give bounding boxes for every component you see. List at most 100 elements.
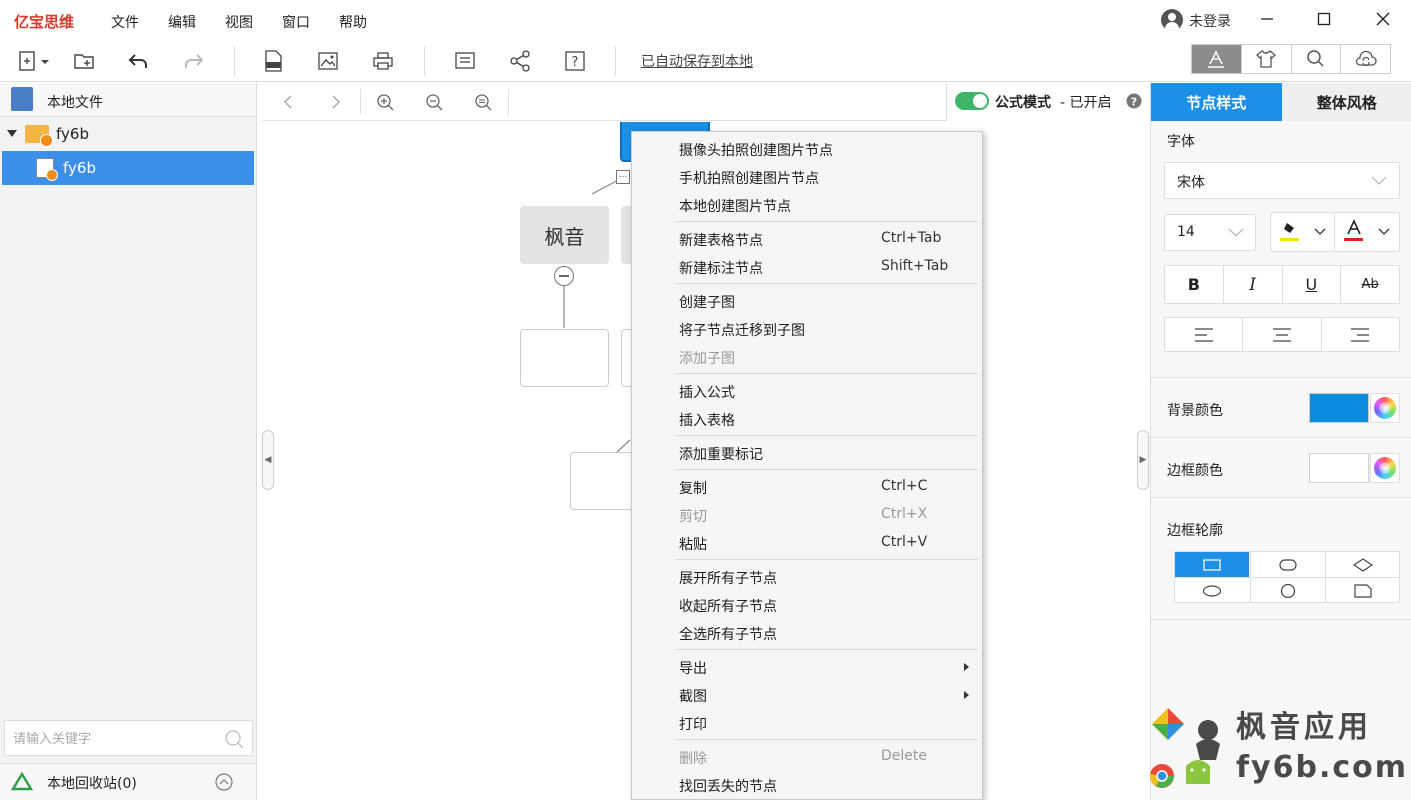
menu-item-recover-nodes[interactable]: 找回丢失的节点 (632, 771, 982, 799)
export-pdf-button[interactable] (259, 48, 287, 74)
zoom-out-button[interactable] (422, 91, 446, 113)
menu-item-copy[interactable]: 复制 Ctrl+C (632, 473, 982, 501)
formula-mode-bar: 公式模式 - 已开启 ? (946, 83, 1148, 121)
menu-item-insert-formula[interactable]: 插入公式 (632, 377, 982, 405)
login-status[interactable]: 未登录 (1189, 11, 1231, 31)
menu-item-expand-all[interactable]: 展开所有子节点 (632, 563, 982, 591)
menu-item-move-to-subgraph[interactable]: 将子节点迁移到子图 (632, 315, 982, 343)
forward-button[interactable] (324, 91, 348, 113)
caret-down-icon[interactable] (6, 129, 18, 139)
menu-file[interactable]: 文件 (111, 12, 139, 32)
tab-overall-style[interactable]: 整体风格 (1281, 83, 1411, 121)
search-icon[interactable] (223, 728, 245, 750)
share-button[interactable] (506, 48, 534, 74)
shape-rect-button[interactable] (1175, 552, 1249, 577)
toolbar-separator (615, 46, 616, 76)
shape-diamond-button[interactable] (1325, 552, 1400, 577)
formula-mode-toggle[interactable] (955, 92, 989, 110)
menu-item-shortcut: Ctrl+Tab (881, 230, 942, 246)
menu-item-label: 收起所有子节点 (679, 599, 777, 615)
close-button[interactable] (1368, 6, 1398, 32)
comment-button[interactable] (451, 48, 479, 74)
text-style-tab[interactable] (1192, 45, 1242, 73)
strikethrough-button[interactable]: Ab (1341, 266, 1399, 303)
menu-item-insert-table[interactable]: 插入表格 (632, 405, 982, 433)
align-right-button[interactable] (1322, 318, 1399, 351)
border-color-wheel-button[interactable] (1370, 453, 1400, 483)
align-center-button[interactable] (1243, 318, 1322, 351)
menu-item-camera-image[interactable]: 摄像头拍照创建图片节点 (632, 135, 982, 163)
mindmap-file-icon (36, 158, 58, 181)
underline-button[interactable]: U (1283, 266, 1342, 303)
cloud-sync-tab[interactable] (1341, 45, 1390, 73)
menu-edit[interactable]: 编辑 (168, 12, 196, 32)
shape-cut-corner-button[interactable] (1325, 578, 1400, 603)
menu-item-create-subgraph[interactable]: 创建子图 (632, 287, 982, 315)
recycle-bin-row[interactable]: 本地回收站(0) (0, 763, 256, 800)
subtopic-node-lower[interactable] (570, 452, 635, 510)
bold-button[interactable]: B (1165, 266, 1224, 303)
shape-ellipse-button[interactable] (1175, 578, 1249, 603)
section-divider (1151, 619, 1411, 620)
font-color-button[interactable] (1335, 213, 1399, 251)
local-files-icon (11, 87, 33, 111)
font-family-select[interactable]: 宋体 (1164, 162, 1400, 199)
search-tab[interactable] (1292, 45, 1342, 73)
shape-circle-button[interactable] (1250, 578, 1325, 603)
help-button[interactable]: ? (561, 48, 589, 74)
menu-item-print[interactable]: 打印 (632, 709, 982, 737)
menu-item-add-important-mark[interactable]: 添加重要标记 (632, 439, 982, 467)
menu-item-select-all-children[interactable]: 全选所有子节点 (632, 619, 982, 647)
menu-item-local-image[interactable]: 本地创建图片节点 (632, 191, 982, 219)
menu-item-collapse-all[interactable]: 收起所有子节点 (632, 591, 982, 619)
print-button[interactable] (369, 48, 397, 74)
menu-item-label: 展开所有子节点 (679, 571, 777, 587)
help-circle-icon[interactable]: ? (1126, 93, 1142, 109)
file-row-selected[interactable]: fy6b (2, 151, 254, 185)
comment-icon (455, 52, 475, 69)
export-image-button[interactable] (314, 48, 342, 74)
menu-item-screenshot[interactable]: 截图 (632, 681, 982, 709)
redo-button[interactable] (180, 48, 208, 74)
menu-item-new-table-node[interactable]: 新建表格节点 Ctrl+Tab (632, 225, 982, 253)
menu-item-new-callout-node[interactable]: 新建标注节点 Shift+Tab (632, 253, 982, 281)
collapse-right-panel-handle[interactable]: ▶ (1137, 430, 1149, 490)
undo-button[interactable] (124, 48, 152, 74)
zoom-in-icon (377, 94, 394, 111)
open-folder-button[interactable] (70, 48, 98, 74)
border-color-swatch[interactable] (1309, 453, 1369, 483)
menu-item-export[interactable]: 导出 (632, 653, 982, 681)
new-file-button[interactable] (14, 48, 52, 74)
menu-view[interactable]: 视图 (225, 12, 253, 32)
zoom-fit-button[interactable] (471, 91, 495, 113)
highlight-color-button[interactable] (1271, 213, 1335, 251)
subtopic-node[interactable] (520, 329, 609, 387)
align-left-button[interactable] (1165, 318, 1244, 351)
shape-rounded-button[interactable] (1250, 552, 1325, 577)
user-avatar-icon[interactable] (1161, 9, 1183, 31)
more-options-icon[interactable]: ... (616, 170, 630, 184)
zoom-out-icon (426, 94, 443, 111)
chevron-up-icon[interactable] (214, 772, 234, 792)
autosave-link[interactable]: 已自动保存到本地 (641, 51, 753, 71)
zoom-in-button[interactable] (373, 91, 397, 113)
tab-node-style[interactable]: 节点样式 (1151, 83, 1282, 121)
folder-row[interactable]: fy6b (0, 119, 256, 151)
menu-help[interactable]: 帮助 (339, 12, 367, 32)
minimize-button[interactable] (1252, 6, 1282, 32)
collapse-left-panel-handle[interactable]: ◀ (262, 430, 274, 490)
minimize-icon (1261, 18, 1273, 20)
italic-button[interactable]: I (1224, 266, 1283, 303)
menu-item-phone-image[interactable]: 手机拍照创建图片节点 (632, 163, 982, 191)
collapse-node-icon[interactable] (554, 266, 574, 286)
file-search-input[interactable] (13, 729, 213, 749)
bg-color-swatch[interactable] (1309, 393, 1369, 423)
menu-window[interactable]: 窗口 (282, 12, 310, 32)
menu-item-paste[interactable]: 粘贴 Ctrl+V (632, 529, 982, 557)
font-size-select[interactable]: 14 (1164, 214, 1256, 251)
topic-node[interactable]: 枫音 (520, 206, 609, 264)
bg-color-wheel-button[interactable] (1370, 393, 1400, 423)
back-button[interactable] (276, 91, 300, 113)
theme-tab[interactable] (1242, 45, 1292, 73)
maximize-button[interactable] (1309, 6, 1339, 32)
